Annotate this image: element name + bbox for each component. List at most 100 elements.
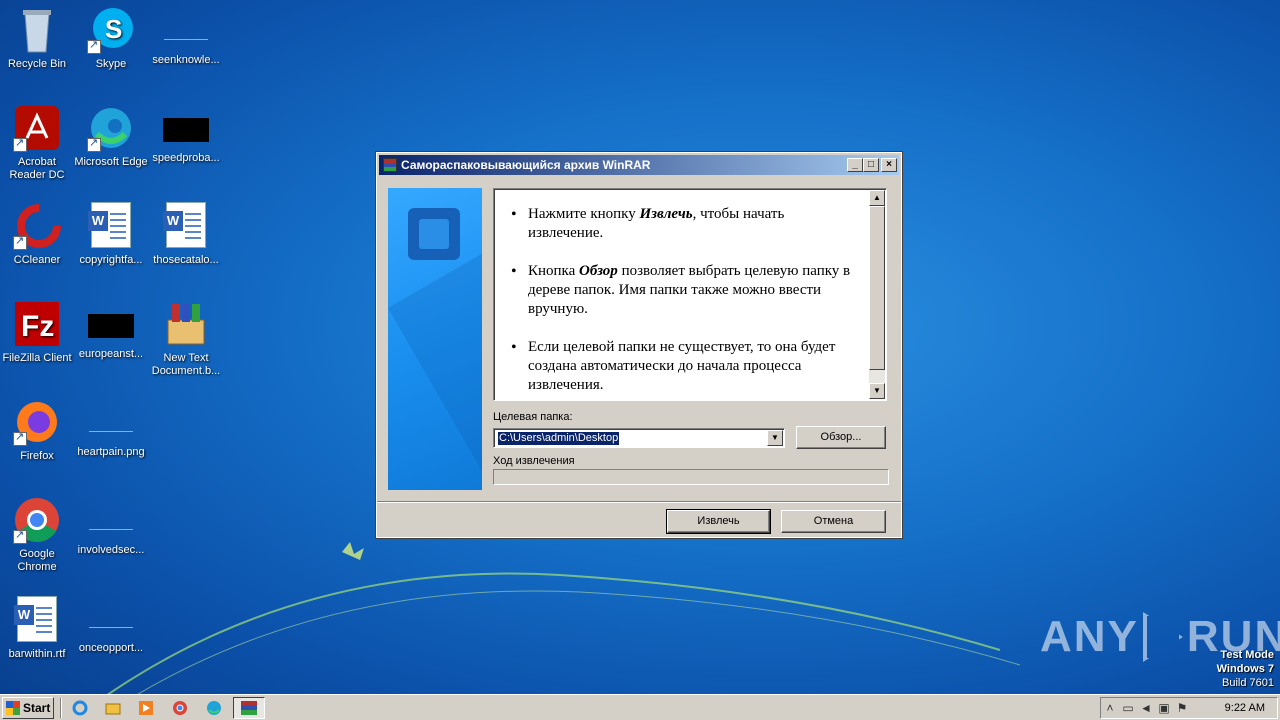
desktop-icon-label: barwithin.rtf: [8, 648, 66, 660]
blank-file-icon: [89, 608, 133, 628]
winrar-logo-icon: [408, 208, 460, 260]
svg-text:Fz: Fz: [21, 310, 54, 343]
desktop-icon-label: Skype: [95, 58, 127, 70]
desktop-icon-chrome[interactable]: Google Chrome: [0, 496, 74, 574]
desktop-icon-label: speedproba...: [152, 152, 220, 164]
shortcut-arrow-icon: [13, 235, 27, 250]
desktop-icon-filezilla[interactable]: Fz FileZilla Client: [0, 300, 74, 365]
ccleaner-icon: [13, 202, 61, 250]
desktop-icon-firefox[interactable]: Firefox: [0, 398, 74, 463]
taskbar-winrar-button[interactable]: [233, 697, 265, 719]
dialog-titlebar[interactable]: Самораспаковывающийся архив WinRAR _ □ ×: [379, 155, 899, 175]
black-file-icon: [163, 118, 209, 142]
media-player-icon[interactable]: [134, 698, 158, 718]
start-label: Start: [23, 701, 51, 715]
volume-icon[interactable]: ◄: [1137, 701, 1155, 715]
close-button[interactable]: ×: [881, 158, 897, 172]
desktop-icon-new-text-document[interactable]: New Text Document.b...: [149, 300, 223, 378]
desktop-icon-label: thosecatalo...: [153, 254, 219, 266]
blank-file-icon: [89, 412, 133, 432]
network-icon[interactable]: ▣: [1155, 701, 1173, 715]
desktop-icon-label: New Text Document.b...: [151, 352, 221, 377]
desktop-icon-label: involvedsec...: [77, 544, 145, 556]
skype-icon: S: [87, 6, 135, 54]
desktop-icon-label: Acrobat Reader DC: [9, 156, 65, 181]
desktop-icon-label: FileZilla Client: [2, 352, 72, 364]
blank-file-icon: [89, 510, 133, 530]
action-center-flag-icon[interactable]: ⚑: [1173, 701, 1191, 715]
build-number-text: Build 7601: [1222, 677, 1274, 689]
dialog-separator: [377, 501, 901, 503]
desktop-icon-skype[interactable]: S Skype: [74, 6, 148, 71]
winrar-archive-icon: [162, 300, 210, 348]
chevron-down-icon[interactable]: ▼: [767, 430, 783, 446]
desktop-icon-onceopport[interactable]: onceopport...: [74, 594, 148, 655]
browse-button[interactable]: Обзор...: [796, 426, 886, 449]
shortcut-arrow-icon: [87, 137, 101, 152]
show-hidden-icons-chevron-icon[interactable]: ˄: [1101, 701, 1119, 715]
desktop-icon-barwithin[interactable]: barwithin.rtf: [0, 596, 74, 661]
desktop-icon-copyrightfa[interactable]: copyrightfa...: [74, 202, 148, 267]
desktop-icon-europeanst[interactable]: europeanst...: [74, 300, 148, 361]
shortcut-arrow-icon: [13, 431, 27, 446]
desktop-icon-speedproba[interactable]: speedproba...: [149, 104, 223, 165]
shortcut-arrow-icon: [13, 137, 27, 152]
edge-icon: [87, 104, 135, 152]
chrome-icon[interactable]: [168, 698, 192, 718]
desktop-icon-label: seenknowle...: [152, 54, 220, 66]
desktop-icon-label: Google Chrome: [17, 548, 57, 573]
dialog-title: Самораспаковывающийся архив WinRAR: [401, 158, 651, 172]
desktop-icon-label: Microsoft Edge: [74, 156, 148, 168]
extract-button[interactable]: Извлечь: [666, 509, 771, 534]
taskbar: Start ˄ ▭ ◄ ▣ ⚑ 9:22 AM: [0, 694, 1280, 720]
target-folder-value: C:\Users\admin\Desktop: [498, 432, 620, 445]
windows-flag-icon: [6, 701, 20, 715]
progress-label: Ход извлечения: [493, 455, 575, 467]
instructions-textbox[interactable]: Нажмите кнопку Извлечь, чтобы начать изв…: [493, 188, 887, 401]
instruction-item: Кнопка Обзор позволяет выбрать целевую п…: [511, 262, 862, 319]
keyboard-icon[interactable]: ▭: [1119, 701, 1137, 715]
system-tray: ˄ ▭ ◄ ▣ ⚑ 9:22 AM: [1100, 697, 1278, 719]
start-button[interactable]: Start: [2, 697, 54, 719]
desktop-icon-label: europeanst...: [78, 348, 144, 360]
winrar-icon: [383, 158, 397, 172]
maximize-button[interactable]: □: [863, 158, 879, 172]
desktop-icon-label: Firefox: [20, 450, 54, 462]
desktop-icon-label: onceopport...: [78, 642, 144, 654]
word-doc-icon: [162, 202, 210, 250]
acrobat-icon: [13, 104, 61, 152]
desktop-icon-edge[interactable]: Microsoft Edge: [74, 104, 148, 169]
desktop-icon-involvedsec[interactable]: involvedsec...: [74, 496, 148, 557]
scroll-down-arrow-icon[interactable]: ▼: [869, 383, 885, 399]
clock[interactable]: 9:22 AM: [1225, 702, 1277, 714]
desktop-icon-label: heartpain.png: [77, 446, 145, 458]
desktop-icon-acrobat[interactable]: Acrobat Reader DC: [0, 104, 74, 182]
instruction-item: Нажмите кнопку Извлечь, чтобы начать изв…: [511, 205, 862, 243]
scroll-up-arrow-icon[interactable]: ▲: [869, 190, 885, 206]
windows-version-text: Windows 7: [1216, 663, 1274, 675]
play-icon: [1142, 612, 1183, 662]
instruction-item: Если целевой папки не существует, то она…: [511, 338, 862, 395]
test-mode-text: Test Mode: [1220, 649, 1274, 661]
ie-icon[interactable]: [68, 698, 92, 718]
extraction-progress-bar: [493, 469, 889, 485]
scroll-thumb[interactable]: [869, 206, 885, 370]
word-doc-icon: [13, 596, 61, 644]
desktop-icon-recycle-bin[interactable]: Recycle Bin: [0, 6, 74, 71]
instructions-scrollbar[interactable]: ▲ ▼: [869, 190, 885, 399]
target-folder-label: Целевая папка:: [493, 411, 573, 423]
minimize-button[interactable]: _: [847, 158, 863, 172]
winrar-icon: [241, 701, 257, 715]
chrome-icon: [13, 496, 61, 544]
recycle-bin-icon: [13, 6, 61, 54]
desktop-icon-ccleaner[interactable]: CCleaner: [0, 202, 74, 267]
desktop-icon-thosecatalo[interactable]: thosecatalo...: [149, 202, 223, 267]
desktop-icon-heartpain[interactable]: heartpain.png: [74, 398, 148, 459]
explorer-icon[interactable]: [101, 698, 125, 718]
edge-icon[interactable]: [202, 698, 226, 718]
word-doc-icon: [87, 202, 135, 250]
cancel-button[interactable]: Отмена: [781, 510, 886, 533]
target-folder-combobox[interactable]: C:\Users\admin\Desktop ▼: [493, 428, 785, 448]
watermark-text-left: ANY: [1040, 612, 1139, 661]
desktop-icon-seenknowle[interactable]: seenknowle...: [149, 6, 223, 67]
